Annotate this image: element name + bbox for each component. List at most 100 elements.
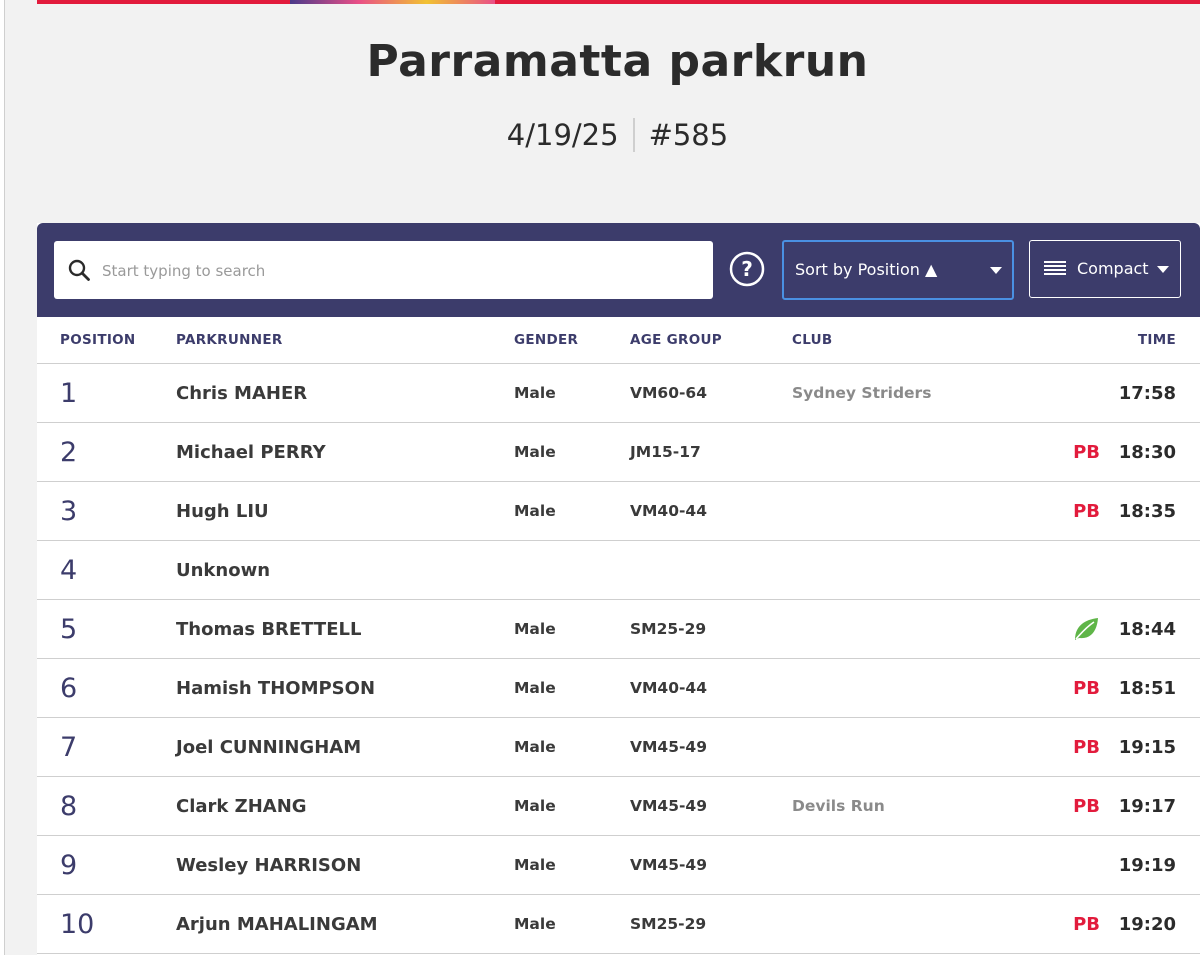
table-row[interactable]: 1 Chris MAHER Male VM60-64 Sydney Striders 17…	[37, 363, 1200, 423]
event-title: Parramatta parkrun	[366, 36, 869, 87]
search-input[interactable]	[100, 241, 704, 301]
club-cell[interactable]	[792, 894, 1020, 954]
first-timer-leaf-icon	[1075, 618, 1098, 640]
flag-cell: PB	[1020, 776, 1100, 836]
gender-cell: Male	[514, 363, 630, 423]
table-row[interactable]: 3 Hugh LIU Male VM40-44 PB 18:35	[37, 481, 1200, 541]
time-cell: 19:17	[1100, 776, 1200, 836]
time-cell: 18:51	[1100, 658, 1200, 718]
club-cell[interactable]: Devils Run	[792, 776, 1020, 836]
pb-badge: PB	[1073, 677, 1100, 699]
table-row[interactable]: 6 Hamish THOMPSON Male VM40-44 PB 18:51	[37, 658, 1200, 718]
header-flag	[1020, 317, 1100, 364]
club-cell[interactable]	[792, 835, 1020, 895]
flag-cell	[1020, 599, 1100, 659]
position-cell: 1	[37, 363, 176, 423]
club-cell[interactable]	[792, 717, 1020, 777]
parkrunner-name[interactable]: Hamish THOMPSON	[176, 658, 514, 718]
flag-cell: PB	[1020, 717, 1100, 777]
parkrunner-name[interactable]: Hugh LIU	[176, 481, 514, 541]
header-position[interactable]: POSITION	[37, 317, 176, 364]
club-cell[interactable]	[792, 599, 1020, 659]
table-row[interactable]: 4 Unknown	[37, 540, 1200, 600]
pb-badge: PB	[1073, 736, 1100, 758]
flag-cell: PB	[1020, 658, 1100, 718]
flag-cell	[1020, 363, 1100, 423]
club-cell[interactable]	[792, 658, 1020, 718]
parkrunner-name[interactable]: Clark ZHANG	[176, 776, 514, 836]
header-gender[interactable]: GENDER	[514, 317, 630, 364]
position-cell: 2	[37, 422, 176, 482]
search-icon	[68, 259, 90, 281]
age-group-cell: VM60-64	[630, 363, 792, 423]
gender-cell: Male	[514, 599, 630, 659]
age-group-cell: SM25-29	[630, 894, 792, 954]
position-cell: 6	[37, 658, 176, 718]
header-parkrunner[interactable]: PARKRUNNER	[176, 317, 514, 364]
results-body: 1 Chris MAHER Male VM60-64 Sydney Striders 17…	[37, 363, 1200, 954]
age-group-cell	[630, 540, 792, 600]
view-mode-label: Compact	[1077, 259, 1149, 278]
position-cell: 10	[37, 894, 176, 954]
time-cell: 18:35	[1100, 481, 1200, 541]
view-mode-select[interactable]: Compact	[1029, 240, 1181, 298]
gender-cell: Male	[514, 894, 630, 954]
flag-cell	[1020, 835, 1100, 895]
club-cell[interactable]	[792, 422, 1020, 482]
results-panel: ? Sort by Position ▲ Compact POSITION	[37, 223, 1200, 955]
time-cell: 19:20	[1100, 894, 1200, 954]
time-cell: 19:15	[1100, 717, 1200, 777]
table-row[interactable]: 7 Joel CUNNINGHAM Male VM45-49 PB 19:15	[37, 717, 1200, 777]
position-cell: 5	[37, 599, 176, 659]
search-box[interactable]	[54, 241, 713, 301]
help-icon-glyph: ?	[741, 257, 753, 281]
table-row[interactable]: 5 Thomas BRETTELL Male SM25-29 18:44	[37, 599, 1200, 659]
chevron-down-icon	[1157, 266, 1169, 273]
time-cell: 17:58	[1100, 363, 1200, 423]
header-club[interactable]: CLUB	[792, 317, 1020, 364]
pb-badge: PB	[1073, 913, 1100, 935]
position-cell: 9	[37, 835, 176, 895]
table-row[interactable]: 8 Clark ZHANG Male VM45-49 Devils Run PB 19:17	[37, 776, 1200, 836]
gender-cell: Male	[514, 717, 630, 777]
pb-badge: PB	[1073, 795, 1100, 817]
age-group-cell: VM45-49	[630, 776, 792, 836]
table-row[interactable]: 2 Michael PERRY Male JM15-17 PB 18:30	[37, 422, 1200, 482]
parkrunner-name[interactable]: Arjun MAHALINGAM	[176, 894, 514, 954]
table-row[interactable]: 10 Arjun MAHALINGAM Male SM25-29 PB 19:20	[37, 894, 1200, 954]
age-group-cell: VM40-44	[630, 481, 792, 541]
gender-cell: Male	[514, 658, 630, 718]
gender-cell: Male	[514, 422, 630, 482]
gender-cell: Male	[514, 481, 630, 541]
header-accent-bar	[37, 0, 1200, 4]
club-cell[interactable]	[792, 481, 1020, 541]
parkrunner-name[interactable]: Unknown	[176, 540, 514, 600]
sort-select[interactable]: Sort by Position ▲	[782, 240, 1014, 300]
position-cell: 4	[37, 540, 176, 600]
gender-cell	[514, 540, 630, 600]
club-cell[interactable]	[792, 540, 1020, 600]
parkrunner-name[interactable]: Joel CUNNINGHAM	[176, 717, 514, 777]
pb-badge: PB	[1073, 441, 1100, 463]
header-time[interactable]: TIME	[1100, 317, 1200, 364]
parkrunner-name[interactable]: Michael PERRY	[176, 422, 514, 482]
parkrunner-name[interactable]: Thomas BRETTELL	[176, 599, 514, 659]
parkrunner-name[interactable]: Wesley HARRISON	[176, 835, 514, 895]
table-row[interactable]: 9 Wesley HARRISON Male VM45-49 19:19	[37, 835, 1200, 895]
gender-cell: Male	[514, 835, 630, 895]
parkrunner-name[interactable]: Chris MAHER	[176, 363, 514, 423]
position-cell: 8	[37, 776, 176, 836]
position-cell: 3	[37, 481, 176, 541]
club-cell[interactable]: Sydney Striders	[792, 363, 1020, 423]
results-toolbar: ? Sort by Position ▲ Compact	[37, 223, 1200, 317]
header-age-group[interactable]: AGE GROUP	[630, 317, 792, 364]
time-cell: 18:30	[1100, 422, 1200, 482]
help-icon[interactable]: ?	[729, 251, 765, 287]
age-group-cell: VM45-49	[630, 717, 792, 777]
list-lines-icon	[1044, 261, 1066, 277]
table-header-row: POSITION PARKRUNNER GENDER AGE GROUP CLU…	[37, 317, 1200, 364]
sort-select-label: Sort by Position ▲	[795, 260, 938, 279]
flag-cell: PB	[1020, 481, 1100, 541]
gender-cell: Male	[514, 776, 630, 836]
meta-divider	[632, 118, 635, 152]
